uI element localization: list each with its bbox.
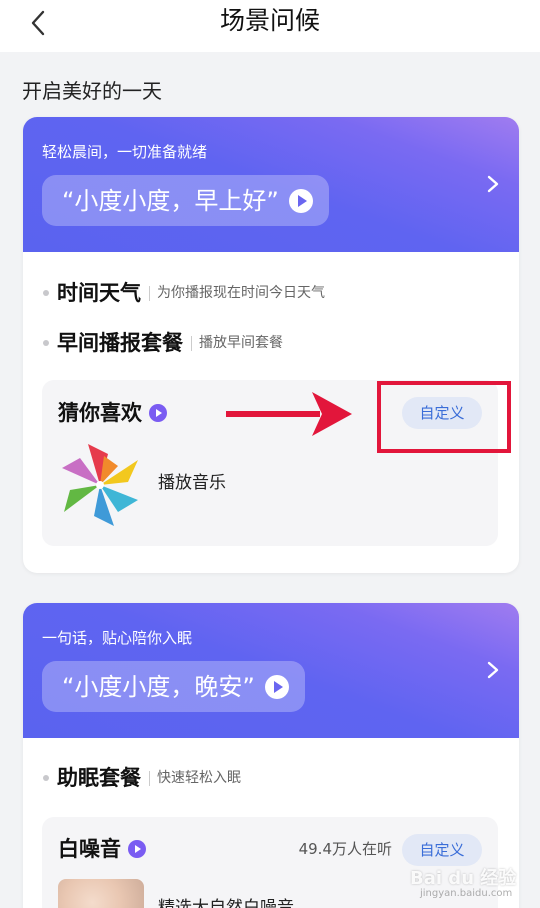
feature-title: 早间播报套餐: [57, 331, 183, 355]
play-icon[interactable]: [149, 404, 167, 422]
customize-button[interactable]: 自定义: [402, 834, 482, 866]
chevron-right-icon[interactable]: [485, 659, 501, 681]
watermark: Bai du 经验: [410, 868, 517, 889]
bullet-dot: [43, 775, 49, 781]
chevron-right-icon[interactable]: [485, 173, 501, 195]
annotation-highlight-box: [377, 381, 511, 453]
night-phrase-pill[interactable]: “小度小度，晚安”: [42, 661, 305, 712]
listener-count: 49.4万人在听: [298, 840, 392, 858]
feature-row-sleep-package: 助眠套餐 快速轻松入眠: [43, 765, 241, 791]
annotation-arrow-icon: [226, 392, 352, 436]
box-title-text: 猜你喜欢: [58, 401, 142, 425]
pinwheel-icon: [58, 442, 142, 528]
guess-you-like-title: 猜你喜欢: [58, 400, 167, 426]
feature-title: 时间天气: [57, 281, 141, 305]
feature-row-morning-broadcast: 早间播报套餐 播放早间套餐: [43, 330, 283, 356]
night-phrase-text: “小度小度，晚安”: [62, 672, 255, 701]
feature-title: 助眠套餐: [57, 766, 141, 790]
box-title-text: 白噪音: [58, 837, 121, 861]
feature-desc: 播放早间套餐: [191, 335, 283, 351]
play-icon[interactable]: [128, 840, 146, 858]
night-banner-subtitle: 一句话，贴心陪你入眠: [42, 629, 193, 647]
play-icon[interactable]: [288, 188, 313, 213]
play-icon[interactable]: [264, 674, 289, 699]
white-noise-title: 白噪音: [58, 836, 146, 862]
watermark-url: jingyan.baidu.com: [420, 888, 513, 899]
feature-row-time-weather: 时间天气 为你播报现在时间今日天气: [43, 280, 325, 306]
section-title: 开启美好的一天: [22, 79, 162, 103]
bullet-dot: [43, 290, 49, 296]
morning-phrase-pill[interactable]: “小度小度，早上好”: [42, 175, 329, 226]
morning-scene-card[interactable]: 轻松晨间，一切准备就绪 “小度小度，早上好” 时间天气 为你播报现在时间今日天气…: [23, 117, 519, 573]
header-bar: 场景问候: [0, 0, 540, 52]
morning-banner-subtitle: 轻松晨间，一切准备就绪: [42, 143, 208, 161]
feature-desc: 为你播报现在时间今日天气: [149, 285, 325, 301]
white-noise-thumbnail: [58, 879, 144, 908]
feature-desc: 快速轻松入眠: [149, 770, 241, 786]
white-noise-item-label[interactable]: 精选大自然白噪音: [158, 897, 294, 908]
bullet-dot: [43, 340, 49, 346]
page-title: 场景问候: [219, 6, 320, 35]
play-music-label[interactable]: 播放音乐: [158, 472, 226, 494]
night-scene-card[interactable]: 一句话，贴心陪你入眠 “小度小度，晚安” 助眠套餐 快速轻松入眠 白噪音 49.…: [23, 603, 519, 908]
morning-banner[interactable]: 轻松晨间，一切准备就绪 “小度小度，早上好”: [23, 117, 519, 252]
night-banner[interactable]: 一句话，贴心陪你入眠 “小度小度，晚安”: [23, 603, 519, 738]
morning-phrase-text: “小度小度，早上好”: [62, 186, 279, 215]
